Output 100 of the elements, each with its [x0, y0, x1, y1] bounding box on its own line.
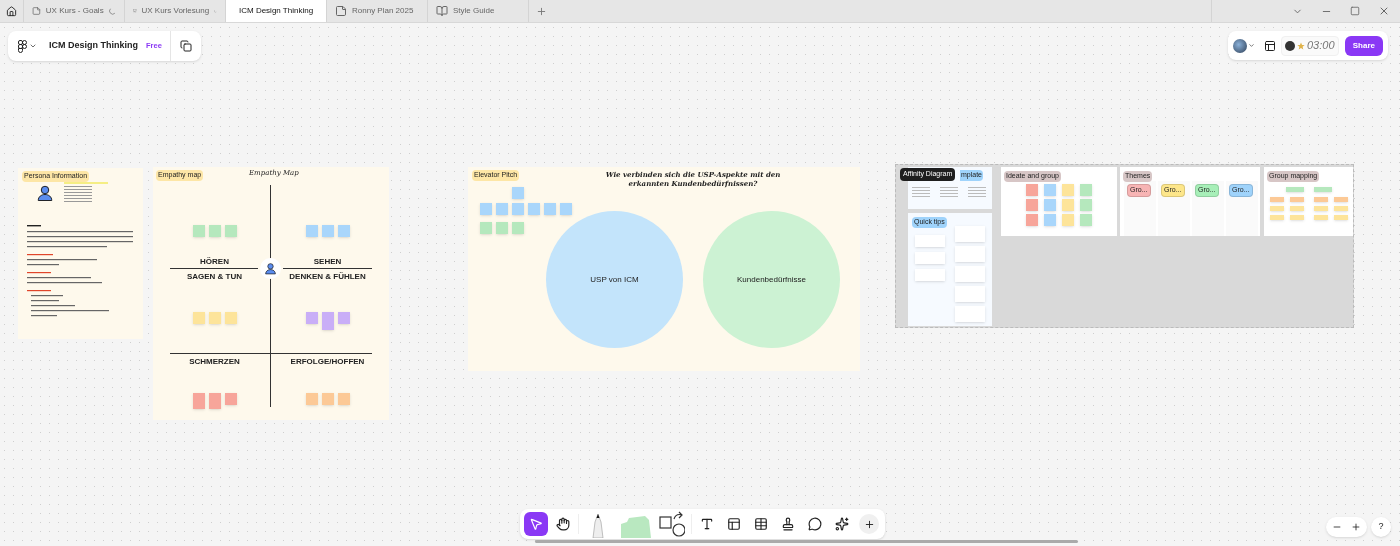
tip-card [915, 235, 945, 247]
quadrant-label: SAGEN & TUN [186, 272, 243, 281]
tab-label: ICM Design Thinking [239, 5, 314, 17]
sticky-note [1026, 214, 1038, 226]
sticky-note [512, 187, 524, 199]
avatar [1285, 40, 1295, 51]
sticky-note [1314, 206, 1328, 211]
sticky-note [306, 393, 318, 405]
layout-icon[interactable] [1264, 39, 1276, 52]
tab-label: Style Guide [453, 5, 496, 17]
sticky-note [1026, 184, 1038, 196]
sticky-note [1290, 215, 1304, 220]
sticky-note [560, 203, 572, 215]
tip-card [955, 266, 985, 282]
sticky-note [209, 225, 221, 237]
sticky-note [1062, 214, 1074, 226]
sticky-note [1334, 215, 1348, 220]
text-line [64, 195, 92, 196]
circle-label: Kundenbedürfnisse [737, 273, 806, 286]
close-window-icon[interactable] [1378, 5, 1390, 17]
sticky-note [480, 222, 492, 234]
plus-icon [535, 5, 547, 17]
sticky-note [209, 393, 221, 409]
shapes-icon [659, 511, 685, 537]
share-button[interactable]: Share [1344, 35, 1383, 56]
select-tool[interactable] [524, 512, 548, 536]
tab[interactable]: Ronny Plan 2025 [327, 0, 428, 22]
tip-card [915, 252, 945, 264]
logo [18, 39, 27, 53]
text-line [64, 186, 92, 187]
sticky-note [1044, 184, 1056, 196]
sticky-note [322, 312, 334, 330]
tip-card [955, 226, 985, 242]
shape-tool[interactable] [656, 510, 688, 538]
sticky-note [1314, 197, 1328, 202]
maximize-icon[interactable] [1350, 6, 1360, 16]
sticky-note [1044, 214, 1056, 226]
sticky-note [496, 203, 508, 215]
tab[interactable]: UX Kurs - Goals [24, 0, 125, 22]
sticky-note [528, 203, 540, 215]
sticky-note [225, 312, 237, 324]
text-line [64, 189, 92, 190]
pointer-icon [529, 517, 543, 531]
section-icon [727, 517, 741, 531]
sticky-note [512, 222, 524, 234]
scrollbar[interactable] [535, 540, 1078, 543]
more-tools-button[interactable] [857, 512, 881, 536]
hand-icon [556, 517, 570, 531]
pages-icon [179, 40, 192, 52]
sticky-note [1290, 197, 1304, 202]
tab-label: UX Kurs - Goals [45, 5, 104, 17]
sticky-note [306, 312, 318, 324]
timer[interactable]: 03:00 [1281, 35, 1339, 56]
sticky-note [225, 393, 237, 405]
board-icon [32, 5, 41, 17]
sticky-note [512, 203, 524, 215]
text-line [64, 192, 92, 193]
user-menu-button[interactable] [1233, 38, 1255, 53]
sticky-note [338, 225, 350, 237]
board-icon [335, 5, 347, 17]
sticky-note [1080, 184, 1092, 196]
tab-label: Ronny Plan 2025 [352, 5, 415, 17]
quadrant-label: SEHEN [313, 257, 342, 266]
avatar [1233, 38, 1247, 53]
star-icon [1297, 41, 1305, 50]
sticky-note [544, 203, 556, 215]
sticky-note [338, 312, 350, 324]
file-title: ICM Design Thinking [49, 39, 138, 53]
sticky-note [1314, 187, 1332, 192]
sticky-note [1080, 214, 1092, 226]
help-button[interactable]: ? [1371, 517, 1391, 537]
stamp-icon [781, 517, 795, 531]
tip-card [955, 306, 985, 322]
text-icon [700, 517, 714, 531]
sticky-note [1314, 215, 1328, 220]
sticky-note [193, 393, 205, 409]
tab-label: UX Kurs Vorlesung [141, 5, 210, 17]
sticky-note [1334, 197, 1348, 202]
caret-icon [1248, 42, 1255, 49]
sticky-note [1270, 197, 1284, 202]
timer-time: 03:00 [1307, 38, 1335, 54]
sticky-note [1062, 184, 1074, 196]
marker-icon [591, 512, 605, 538]
sticky-note [1290, 206, 1304, 211]
sticky-note [1080, 199, 1092, 211]
sticky-note [338, 393, 350, 405]
sticky-note [480, 203, 492, 215]
sticky-note [1270, 215, 1284, 220]
sticky-note [1026, 199, 1038, 211]
tip-card [915, 269, 945, 281]
quadrant-label: SCHMERZEN [189, 357, 240, 366]
sticky-note [1270, 206, 1284, 211]
text-line [64, 201, 92, 202]
zoom-in-icon[interactable] [1351, 522, 1361, 532]
tab[interactable]: Style Guide [428, 0, 529, 22]
sparkle-icon [835, 517, 849, 531]
sticky-note [209, 312, 221, 324]
tab[interactable]: ICM Design Thinking [226, 0, 327, 22]
sticky-note [1286, 187, 1304, 192]
sticky-note-icon [619, 516, 651, 538]
